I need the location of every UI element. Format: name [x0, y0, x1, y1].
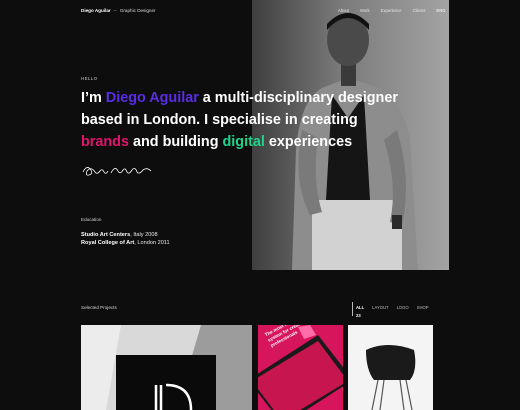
headline-line-2: based in London. I specialise in creatin… [81, 112, 358, 128]
site-brand[interactable]: Diego Aguilar – Graphic Designer [81, 8, 156, 13]
project-thumbnail-portfolio[interactable]: The most flexible portfolio system for c… [258, 325, 343, 410]
brand-role: Graphic Designer [119, 8, 156, 13]
hero-headline: I’m Diego Aguilar a multi-disciplinary d… [81, 87, 401, 153]
headline-text: and building [128, 134, 223, 150]
nav-clients[interactable]: Clients [413, 8, 426, 13]
nav-experience[interactable]: Experience [381, 8, 402, 13]
project-thumbnail-brand[interactable] [81, 325, 252, 410]
filter-layout[interactable]: LAYOUT [372, 305, 388, 310]
brand-name: Diego Aguilar [81, 8, 111, 13]
filter-shop[interactable]: SHOP [417, 305, 429, 310]
main-nav: About Work Experience Clients ENG [338, 8, 446, 13]
headline-digital: digital [222, 134, 265, 150]
brand-separator: – [113, 8, 117, 13]
education-school: Studio Art Centers [81, 232, 131, 238]
nav-about[interactable]: About [338, 8, 349, 13]
education-school: Royal College of Art [81, 240, 135, 246]
headline-line-1: I’m Diego Aguilar a multi-disciplinary d… [81, 87, 401, 109]
headline-text: experiences [264, 134, 353, 150]
education-title: Education [81, 217, 102, 222]
filter-divider [352, 302, 353, 316]
headline-text: I’m [81, 90, 106, 106]
project-thumbnail-chair[interactable] [348, 325, 433, 410]
filter-all[interactable]: ALL [356, 305, 364, 310]
headline-brands: brands [81, 134, 129, 150]
project-count: 23 [356, 313, 361, 318]
nav-work[interactable]: Work [360, 8, 370, 13]
education-detail: , London 2011 [134, 240, 170, 246]
headline-line-3: brands and building digital experiences [81, 131, 401, 153]
education-item: Royal College of Art, London 2011 [81, 240, 170, 246]
selected-projects-title: Selected Projects [81, 305, 117, 310]
headline-name: Diego Aguilar [105, 90, 199, 106]
filter-logo[interactable]: LOGO [397, 305, 409, 310]
hero-kicker: HELLO [81, 76, 98, 81]
education-detail: , Italy 2008 [130, 232, 158, 238]
handwritten-signature [81, 162, 153, 183]
language-switch-icon[interactable]: ENG [436, 8, 445, 13]
education-item: Studio Art Centers, Italy 2008 [81, 232, 158, 238]
headline-text: a multi-disciplinary designer [198, 90, 398, 106]
project-filters: ALL LAYOUT LOGO SHOP 23 [356, 305, 437, 318]
